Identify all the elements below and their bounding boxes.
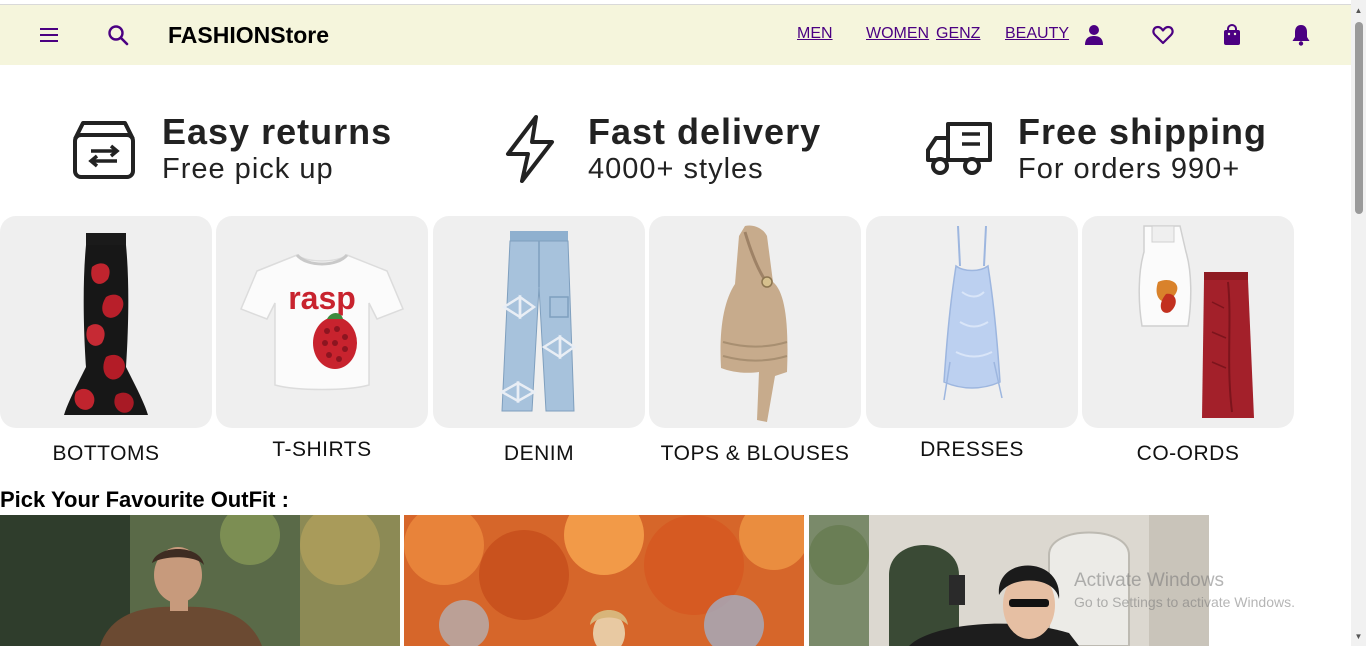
category-image-halter-top[interactable] <box>649 216 861 428</box>
category-image-slip-dress[interactable] <box>866 216 1078 428</box>
benefit-title: Easy returns <box>162 111 393 152</box>
benefit-easy-returns: Easy returns Free pick up <box>64 104 392 194</box>
category-dresses[interactable]: DRESSES <box>866 216 1078 461</box>
category-label[interactable]: TOPS & BLOUSES <box>649 442 861 466</box>
nav-link-genz[interactable]: GENZ <box>936 25 980 43</box>
benefit-subtitle: Free pick up <box>162 153 334 185</box>
benefit-subtitle: 4000+ styles <box>588 153 764 185</box>
scroll-down-arrow-icon[interactable]: ▼ <box>1354 632 1363 641</box>
category-label[interactable]: DRESSES <box>866 438 1078 462</box>
category-label[interactable]: DENIM <box>433 442 645 466</box>
nav-link-women[interactable]: WOMEN <box>866 25 929 43</box>
category-image-co-ord-set[interactable] <box>1082 216 1294 428</box>
benefit-free-shipping: Free shipping For orders 990+ <box>920 104 1267 194</box>
benefits-banner: Easy returns Free pick up Fast delivery … <box>0 80 1351 210</box>
category-tops-blouses[interactable]: TOPS & BLOUSES <box>649 216 861 465</box>
heart-icon[interactable] <box>1151 23 1175 47</box>
outfit-photo-autumn-leaves[interactable] <box>404 515 804 646</box>
navbar: FASHIONStore MEN WOMEN GENZ BEAUTY <box>0 5 1351 65</box>
nav-link-beauty[interactable]: BEAUTY <box>1005 25 1069 43</box>
benefit-fast-delivery: Fast delivery 4000+ styles <box>490 104 821 194</box>
search-icon[interactable] <box>106 23 130 47</box>
page-scrollbar[interactable]: ▲ ▼ <box>1351 0 1366 646</box>
brand-logo[interactable]: FASHIONStore <box>168 22 329 49</box>
user-icon[interactable] <box>1082 23 1106 47</box>
category-denim[interactable]: DENIM <box>433 216 645 465</box>
category-image-jeans[interactable] <box>433 216 645 428</box>
benefit-title: Fast delivery <box>588 111 822 152</box>
scroll-up-arrow-icon[interactable]: ▲ <box>1354 6 1363 15</box>
watermark-line-1: Activate Windows <box>1074 570 1224 591</box>
category-label[interactable]: BOTTOMS <box>0 442 212 466</box>
delivery-truck-icon <box>920 109 1000 189</box>
category-co-ords[interactable]: CO-ORDS <box>1082 216 1294 465</box>
page: FASHIONStore MEN WOMEN GENZ BEAUTY Easy … <box>0 0 1366 646</box>
category-t-shirts[interactable]: rasp T-SHIRTS <box>216 216 428 461</box>
category-image-floral-skirt[interactable] <box>0 216 212 428</box>
category-bottoms[interactable]: BOTTOMS <box>0 216 212 465</box>
watermark-line-2: Go to Settings to activate Windows. <box>1074 594 1295 610</box>
category-image-graphic-tee[interactable]: rasp <box>216 216 428 428</box>
tee-print-text: rasp <box>288 280 356 316</box>
lightning-icon <box>490 109 570 189</box>
menu-icon[interactable] <box>37 23 61 47</box>
benefit-subtitle: For orders 990+ <box>1018 153 1241 185</box>
outfit-photo-autumn-man[interactable] <box>0 515 400 646</box>
return-box-icon <box>64 109 144 189</box>
category-label[interactable]: CO-ORDS <box>1082 442 1294 466</box>
category-label[interactable]: T-SHIRTS <box>216 438 428 462</box>
activation-watermark: Activate Windows Go to Settings to activ… <box>1074 570 1295 610</box>
section-title: Pick Your Favourite OutFit : <box>0 487 289 512</box>
shopping-bag-icon[interactable] <box>1220 23 1244 47</box>
benefit-title: Free shipping <box>1018 111 1268 152</box>
nav-link-men[interactable]: MEN <box>797 25 833 43</box>
scrollbar-thumb[interactable] <box>1355 22 1363 214</box>
bell-icon[interactable] <box>1289 23 1313 47</box>
